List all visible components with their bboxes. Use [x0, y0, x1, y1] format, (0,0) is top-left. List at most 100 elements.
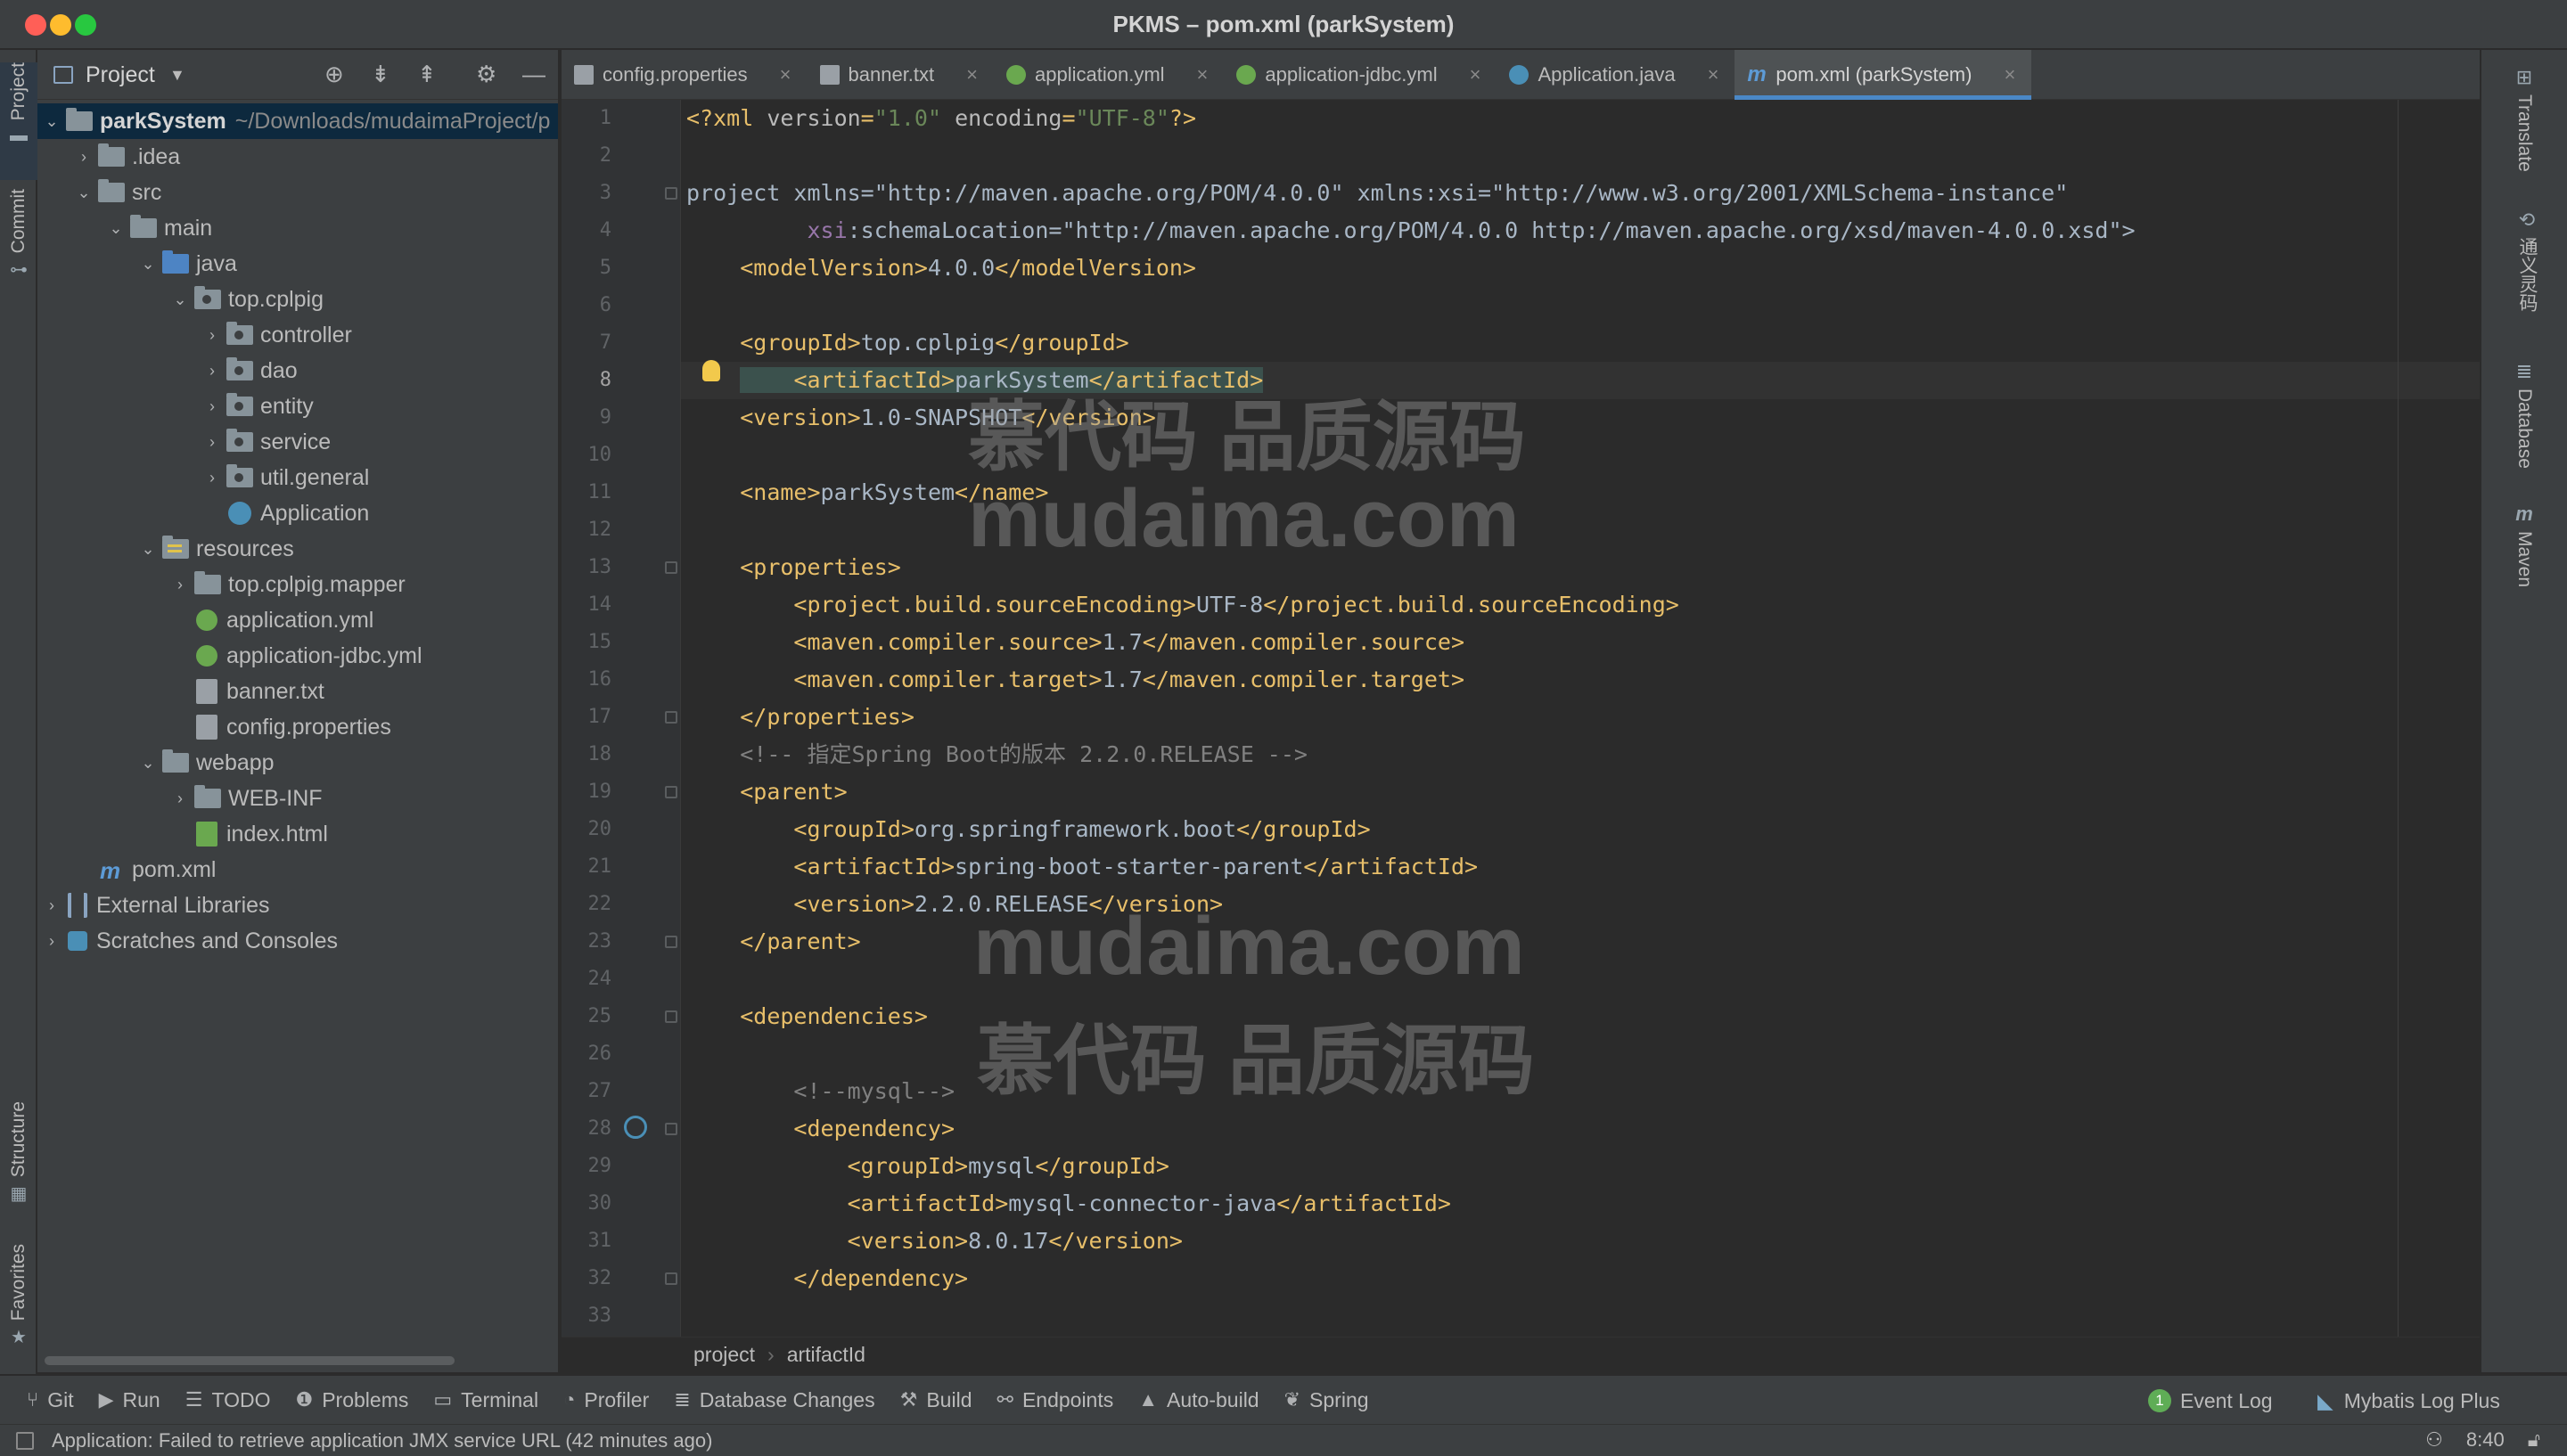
close-icon[interactable]: ×: [780, 63, 791, 86]
run-gutter-icon[interactable]: [624, 1116, 647, 1139]
chevron-right-icon[interactable]: ›: [201, 362, 223, 380]
database-tool-button[interactable]: ≣ Database: [2514, 360, 2535, 469]
code-line[interactable]: </dependency>: [686, 1260, 968, 1297]
endpoints-tool-button[interactable]: ⚯ Endpoints: [997, 1388, 1114, 1412]
tree-item[interactable]: › WEB-INF: [37, 781, 558, 816]
chevron-down-icon[interactable]: ⌄: [169, 290, 191, 309]
tree-item[interactable]: config.properties: [37, 709, 558, 745]
line-number[interactable]: 33: [562, 1297, 612, 1335]
event-log-button[interactable]: 1 Event Log: [2148, 1376, 2273, 1426]
tree-item[interactable]: ⌄ resources: [37, 531, 558, 567]
translate-tool-button[interactable]: ⊞ Translate: [2514, 66, 2535, 172]
intention-bulb-icon[interactable]: [702, 360, 720, 381]
line-number[interactable]: 19: [562, 773, 612, 811]
chevron-down-icon[interactable]: ⌄: [137, 255, 159, 274]
line-number[interactable]: 20: [562, 811, 612, 848]
line-number[interactable]: 23: [562, 923, 612, 961]
chevron-right-icon[interactable]: ›: [201, 326, 223, 345]
tree-item[interactable]: › External Libraries: [37, 888, 558, 923]
tree-item[interactable]: Application: [37, 495, 558, 531]
run-tool-button[interactable]: ▶ Run: [99, 1388, 160, 1412]
line-number[interactable]: 22: [562, 886, 612, 923]
tree-item[interactable]: application.yml: [37, 602, 558, 638]
chevron-right-icon[interactable]: ›: [169, 576, 191, 594]
code-editor[interactable]: <?xml version="1.0" encoding="UTF-8"?> pr…: [681, 100, 2480, 1337]
chevron-right-icon[interactable]: ›: [201, 433, 223, 452]
chevron-right-icon[interactable]: ›: [41, 932, 62, 951]
fold-marker-icon[interactable]: [665, 1272, 677, 1285]
line-number[interactable]: 27: [562, 1073, 612, 1110]
code-line[interactable]: project xmlns="http://maven.apache.org/P…: [686, 175, 2068, 212]
git-tool-button[interactable]: ⑂ Git: [27, 1388, 74, 1412]
breadcrumb-item[interactable]: artifactId: [787, 1343, 865, 1367]
line-number[interactable]: 30: [562, 1185, 612, 1223]
structure-tool-button[interactable]: Structure ▦: [0, 1101, 37, 1217]
editor-tab[interactable]: Application.java ×: [1497, 50, 1735, 100]
line-number[interactable]: 11: [562, 474, 612, 511]
fold-marker-icon[interactable]: [665, 187, 677, 200]
chevron-right-icon[interactable]: ›: [169, 789, 191, 808]
fold-marker-icon[interactable]: [665, 786, 677, 798]
tree-item[interactable]: m pom.xml: [37, 852, 558, 888]
chevron-right-icon[interactable]: ›: [201, 397, 223, 416]
line-number[interactable]: 9: [562, 399, 611, 437]
spring-tool-button[interactable]: ❦ Spring: [1284, 1388, 1369, 1412]
line-number[interactable]: 16: [562, 661, 612, 699]
line-number[interactable]: 26: [562, 1035, 612, 1073]
tree-item[interactable]: › dao: [37, 353, 558, 389]
fold-marker-icon[interactable]: [665, 561, 677, 574]
line-number[interactable]: 10: [562, 437, 612, 474]
line-number[interactable]: 32: [562, 1260, 612, 1297]
chevron-right-icon[interactable]: ›: [41, 896, 62, 915]
editor-tab[interactable]: application.yml ×: [994, 50, 1224, 100]
line-number[interactable]: 12: [562, 511, 612, 549]
fold-marker-icon[interactable]: [665, 711, 677, 724]
line-number[interactable]: 13: [562, 549, 612, 586]
tongyi-tool-button[interactable]: ⟲ 通义灵码: [2514, 209, 2540, 312]
editor-tab[interactable]: m pom.xml (parkSystem) ×: [1735, 50, 2032, 100]
status-message[interactable]: Application: Failed to retrieve applicat…: [52, 1429, 712, 1452]
tree-item[interactable]: › Scratches and Consoles: [37, 923, 558, 959]
code-line[interactable]: <groupId>mysql</groupId>: [686, 1148, 1169, 1185]
code-line[interactable]: </properties>: [686, 699, 914, 736]
database-changes-tool-button[interactable]: ≣ Database Changes: [674, 1388, 874, 1412]
auto-build-tool-button[interactable]: ▲ Auto-build: [1138, 1388, 1259, 1412]
commit-tool-button[interactable]: Commit ⊶: [0, 189, 37, 296]
horizontal-scrollbar[interactable]: [45, 1356, 455, 1365]
chevron-right-icon[interactable]: ›: [73, 148, 94, 167]
close-icon[interactable]: ×: [2004, 63, 2015, 86]
tree-item[interactable]: › util.general: [37, 460, 558, 495]
code-line[interactable]: <project.build.sourceEncoding>UTF-8</pro…: [686, 586, 1678, 624]
tree-item[interactable]: › entity: [37, 389, 558, 424]
chevron-down-icon[interactable]: ⌄: [73, 184, 94, 202]
line-number[interactable]: 3: [562, 175, 611, 212]
line-number[interactable]: 1: [562, 100, 611, 137]
chevron-down-icon[interactable]: ▼: [169, 66, 185, 85]
line-number[interactable]: 5: [562, 249, 611, 287]
build-tool-button[interactable]: ⚒ Build: [900, 1388, 972, 1412]
maven-tool-button[interactable]: m Maven: [2514, 503, 2535, 587]
expand-all-icon[interactable]: ⇟: [371, 61, 390, 88]
line-number[interactable]: 18: [562, 736, 612, 773]
code-line[interactable]: xsi:schemaLocation="http://maven.apache.…: [686, 212, 2135, 249]
code-line[interactable]: <groupId>org.springframework.boot</group…: [686, 811, 1370, 848]
fold-marker-icon[interactable]: [665, 1010, 677, 1023]
tree-item[interactable]: ⌄ java: [37, 246, 558, 282]
code-line[interactable]: <groupId>top.cplpig</groupId>: [686, 324, 1129, 362]
code-line[interactable]: <version>8.0.17</version>: [686, 1223, 1183, 1260]
tree-item[interactable]: › top.cplpig.mapper: [37, 567, 558, 602]
code-line[interactable]: <modelVersion>4.0.0</modelVersion>: [686, 249, 1196, 287]
profiler-tool-button[interactable]: ◔ Profiler: [563, 1388, 649, 1412]
fold-marker-icon[interactable]: [665, 1123, 677, 1135]
line-number[interactable]: 4: [562, 212, 611, 249]
mybatis-log-button[interactable]: ◣ Mybatis Log Plus: [2317, 1376, 2500, 1426]
code-line[interactable]: <!-- 指定Spring Boot的版本 2.2.0.RELEASE -->: [686, 736, 1308, 773]
code-line[interactable]: <artifactId>mysql-connector-java</artifa…: [686, 1185, 1451, 1223]
toggle-tool-windows-icon[interactable]: [16, 1431, 34, 1450]
project-view-selector[interactable]: Project: [86, 62, 155, 88]
line-number[interactable]: 31: [562, 1223, 612, 1260]
locate-file-icon[interactable]: ⊕: [324, 61, 344, 88]
line-number[interactable]: 25: [562, 998, 612, 1035]
lock-icon[interactable]: 🔓︎: [2528, 1428, 2540, 1452]
chevron-down-icon[interactable]: ⌄: [137, 754, 159, 773]
